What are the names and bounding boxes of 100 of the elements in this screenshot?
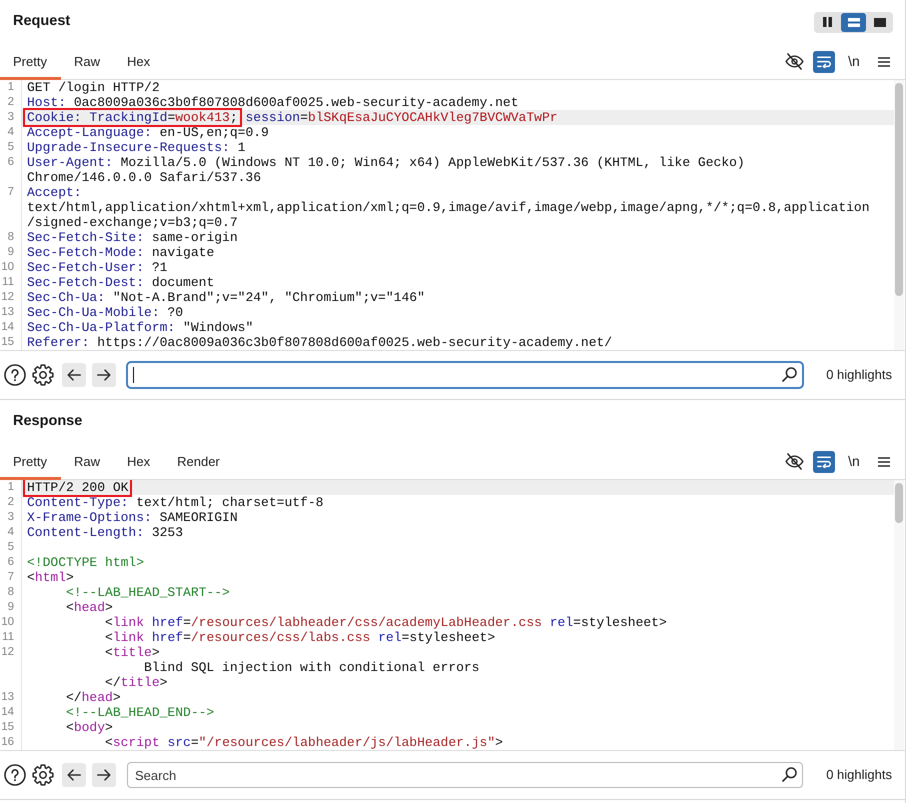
search-icon — [782, 767, 798, 782]
code-line: <title> — [104, 645, 161, 660]
highlight-count: 0 highlights — [826, 366, 892, 384]
code-line: Chrome/146.0.0.0 Safari/537.36 — [26, 170, 262, 185]
line-number: 1 — [8, 81, 14, 93]
line-number: 7 — [8, 186, 14, 198]
line-number: 10 — [1, 616, 14, 628]
text-wrap-icon — [817, 56, 831, 68]
code-line: text/html,application/xhtml+xml,application/xml;q=0.9,image/avif,image/webp,image/apng,*/*;q=0.8,application — [26, 200, 871, 215]
line-number: 5 — [8, 541, 14, 553]
code-line: Sec-Fetch-Site: same-origin — [26, 230, 239, 245]
newline-button[interactable]: \n — [843, 50, 865, 72]
line-number: 8 — [8, 231, 14, 243]
newline-button[interactable]: \n — [843, 450, 865, 472]
search-field[interactable]: Search — [127, 762, 804, 788]
line-number: 14 — [1, 706, 14, 718]
code-line: <!DOCTYPE html> — [26, 555, 146, 570]
arrow-right-icon — [97, 369, 111, 381]
code-line: Sec-Ch-Ua-Platform: "Windows" — [26, 320, 254, 335]
layout-button[interactable] — [841, 12, 866, 32]
line-number: 6 — [8, 556, 14, 568]
line-number: 9 — [8, 601, 14, 613]
line-number: 10 — [1, 261, 14, 273]
panel-title: Response — [13, 412, 82, 432]
code-line: Sec-Ch-Ua-Mobile: ?0 — [26, 305, 184, 320]
line-number: 2 — [8, 96, 14, 108]
code-line: Accept: — [26, 185, 83, 200]
code-line: <html> — [26, 570, 75, 585]
line-number: 11 — [2, 631, 14, 643]
line-number: 5 — [8, 141, 14, 153]
view-tab[interactable]: Hex — [114, 44, 164, 80]
code-line: GET /login HTTP/2 — [26, 80, 161, 95]
line-number: 3 — [8, 111, 14, 123]
code-text: session=blSKqEsaJuCYOCAHkVleg7BVCWVaTwPr — [244, 110, 558, 125]
code-line: </title> — [104, 675, 168, 690]
columns-icon[interactable] — [823, 17, 832, 27]
code-line: Sec-Fetch-User: ?1 — [26, 260, 168, 275]
line-number: 13 — [1, 691, 14, 703]
menu-icon[interactable] — [878, 56, 890, 66]
wrap-button[interactable] — [813, 50, 835, 72]
annotation-box: Cookie: TrackingId=wook413; — [23, 108, 242, 127]
view-tab[interactable]: Raw — [60, 44, 114, 80]
annotation-box: HTTP/2 200 OK — [23, 480, 132, 497]
arrow-right-icon — [97, 769, 111, 781]
highlight-count: 0 highlights — [826, 766, 892, 784]
code-line: Sec-Ch-Ua: "Not-A.Brand";v="24", "Chromium";v="146" — [26, 290, 426, 305]
view-tab[interactable]: Raw — [60, 444, 114, 480]
line-number: 2 — [8, 496, 14, 508]
arrow-left-icon — [67, 769, 81, 781]
code-line: <link href=/resources/labheader/css/academyLabHeader.css rel=stylesheet> — [104, 615, 668, 630]
rows-icon — [848, 18, 860, 26]
scrollbar-thumb[interactable] — [895, 83, 903, 296]
settings-icon[interactable] — [32, 764, 54, 786]
crossed-eye-icon[interactable] — [784, 453, 804, 470]
text-wrap-icon — [817, 456, 831, 468]
help-icon[interactable] — [4, 764, 26, 786]
code-line: </head> — [65, 690, 122, 705]
line-number: 15 — [1, 721, 14, 733]
line-number: 9 — [8, 246, 14, 258]
wrap-button[interactable] — [813, 450, 835, 472]
code-line: Content-Type: text/html; charset=utf-8 — [26, 495, 324, 510]
code-line: <!--LAB_HEAD_START--> — [65, 585, 231, 600]
code-line: Sec-Fetch-Mode: navigate — [26, 245, 216, 260]
view-tab[interactable]: Pretty — [0, 44, 61, 80]
code-line: <head> — [65, 600, 114, 615]
arrow-left-icon — [67, 369, 81, 381]
help-icon[interactable] — [4, 364, 26, 386]
settings-icon[interactable] — [32, 364, 54, 386]
code-line: <body> — [65, 720, 114, 735]
code-line: Content-Length: 3253 — [26, 525, 184, 540]
panel-title: Request — [13, 12, 70, 32]
line-number: 12 — [1, 646, 14, 658]
line-number: 4 — [8, 526, 14, 538]
line-number: 8 — [8, 586, 14, 598]
view-tab[interactable]: Render — [164, 444, 234, 480]
search-icon — [782, 367, 798, 382]
crossed-eye-icon[interactable] — [784, 53, 804, 70]
square-icon[interactable] — [874, 18, 886, 26]
code-line: /signed-exchange;v=b3;q=0.7 — [26, 215, 239, 230]
line-number: 16 — [1, 736, 14, 748]
scrollbar-thumb[interactable] — [895, 483, 903, 523]
menu-icon[interactable] — [878, 456, 890, 466]
back-button[interactable] — [62, 763, 86, 787]
line-number: 12 — [1, 291, 14, 303]
code-line: Blind SQL injection with conditional errors — [143, 660, 480, 675]
code-line: Host: 0ac8009a036c3b0f807808d600af0025.web-security-academy.net — [26, 95, 520, 110]
code-line: Sec-Fetch-Dest: document — [26, 275, 216, 290]
forward-button[interactable] — [92, 763, 116, 787]
view-tab[interactable]: Hex — [114, 444, 164, 480]
code-line: Upgrade-Insecure-Requests: 1 — [26, 140, 246, 155]
search-field[interactable] — [127, 362, 804, 388]
line-number: 7 — [8, 571, 14, 583]
line-number: 13 — [1, 306, 14, 318]
code-line: Accept-Language: en-US,en;q=0.9 — [26, 125, 270, 140]
line-number: 14 — [1, 321, 14, 333]
back-button[interactable] — [62, 363, 86, 387]
forward-button[interactable] — [92, 363, 116, 387]
line-number: 11 — [2, 276, 14, 288]
line-number: 4 — [8, 126, 14, 138]
text-cursor-icon — [133, 367, 134, 383]
